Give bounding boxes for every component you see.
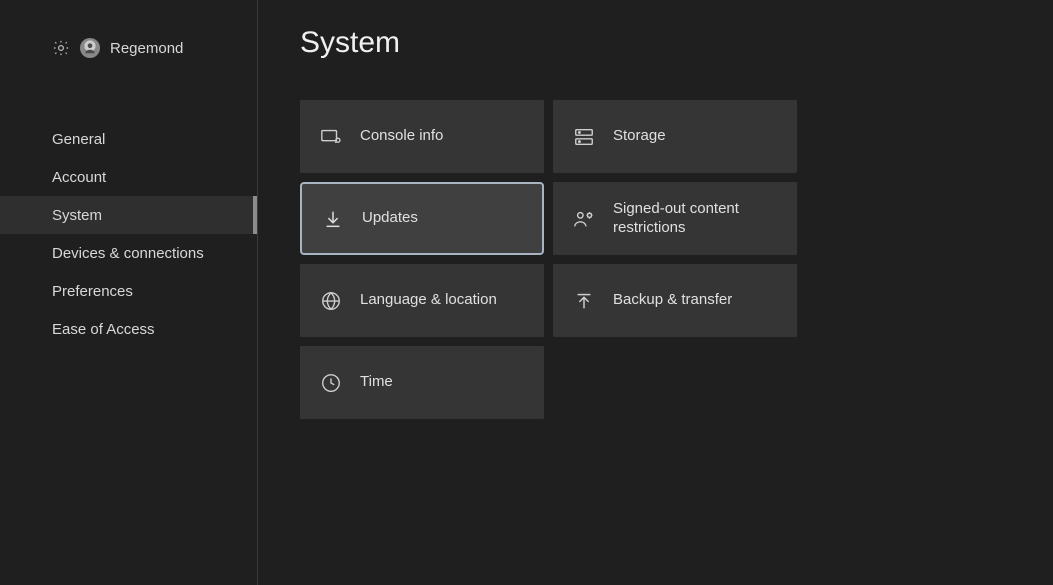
globe-icon [320, 290, 342, 312]
tile-label: Time [360, 373, 393, 392]
nav-item-account[interactable]: Account [0, 158, 257, 196]
tile-restrictions[interactable]: Signed-out content restrictions [553, 182, 797, 255]
people-gear-icon [573, 208, 595, 230]
upload-icon [573, 290, 595, 312]
tile-label: Language & location [360, 291, 497, 310]
sidebar-header: Regemond [0, 36, 257, 60]
nav-label: General [52, 131, 105, 148]
tile-storage[interactable]: Storage [553, 100, 797, 173]
tile-label: Storage [613, 127, 666, 146]
tile-time[interactable]: Time [300, 346, 544, 419]
sidebar: Regemond General Account System Devices … [0, 0, 258, 585]
page-title: System [300, 26, 1011, 60]
gear-icon [52, 39, 70, 57]
tile-updates[interactable]: Updates [300, 182, 544, 255]
nav-item-devices[interactable]: Devices & connections [0, 234, 257, 272]
tile-grid: Console info Storage [300, 100, 1011, 419]
nav-item-general[interactable]: General [0, 120, 257, 158]
tile-label: Signed-out content restrictions [613, 200, 777, 238]
nav-label: System [52, 207, 102, 224]
tile-label: Updates [362, 209, 418, 228]
tile-console-info[interactable]: Console info [300, 100, 544, 173]
nav-item-system[interactable]: System [0, 196, 257, 234]
avatar [80, 38, 100, 58]
username: Regemond [110, 40, 183, 57]
nav-label: Account [52, 169, 106, 186]
clock-icon [320, 372, 342, 394]
storage-icon [573, 126, 595, 148]
download-icon [322, 208, 344, 230]
tile-label: Backup & transfer [613, 291, 732, 310]
nav-label: Devices & connections [52, 245, 204, 262]
nav-item-preferences[interactable]: Preferences [0, 272, 257, 310]
nav-item-ease-of-access[interactable]: Ease of Access [0, 310, 257, 348]
sidebar-nav: General Account System Devices & connect… [0, 120, 257, 348]
tile-language[interactable]: Language & location [300, 264, 544, 337]
tile-label: Console info [360, 127, 443, 146]
main: System Console info [258, 0, 1053, 585]
tile-backup[interactable]: Backup & transfer [553, 264, 797, 337]
nav-label: Preferences [52, 283, 133, 300]
nav-label: Ease of Access [52, 321, 155, 338]
console-icon [320, 126, 342, 148]
